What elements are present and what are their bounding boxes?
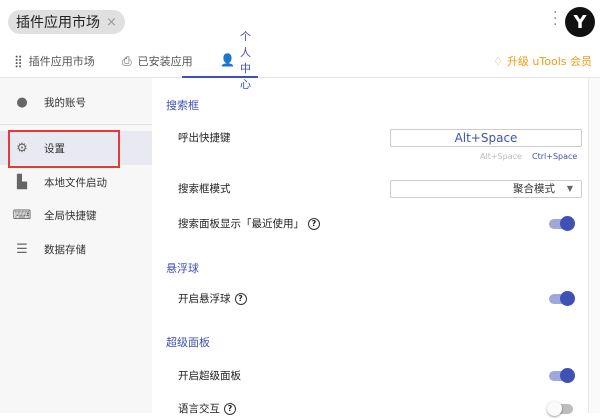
tab-plugin-market[interactable]: ⣿ 插件应用市场 — [14, 44, 95, 78]
super-toggle[interactable] — [547, 366, 577, 386]
sidebar-item-account[interactable]: ●我的账号 — [0, 85, 152, 119]
sidebar-item-storage[interactable]: ☰数据存储 — [0, 232, 152, 266]
section-ball-title: 悬浮球 — [166, 260, 199, 276]
diamond-icon: ♢ — [493, 55, 503, 68]
file-icon: ▙ — [0, 175, 44, 190]
sidebar: ●我的账号 ⚙设置 ▙本地文件启动 ⌨全局快捷键 ☰数据存储 — [0, 78, 152, 413]
voice-label: 语言交互? — [178, 401, 236, 416]
sidebar-item-hotkeys[interactable]: ⌨全局快捷键 — [0, 198, 152, 232]
upgrade-button[interactable]: ♢ 升级 uTools 会员 — [493, 44, 592, 78]
close-icon[interactable]: × — [106, 15, 117, 30]
sidebar-item-label: 我的账号 — [44, 95, 86, 110]
account-icon: ● — [0, 95, 44, 110]
recent-label: 搜索面板显示「最近使用」? — [178, 216, 320, 231]
hotkey-label: 呼出快捷键 — [178, 130, 231, 145]
tab-label: 插件应用市场 — [29, 53, 95, 69]
mode-label: 搜索框模式 — [178, 181, 231, 196]
tab-bar: ⣿插件应用市场 ⎙已安装应用 👤个人中心 ♢升级 uTools 会员 — [0, 44, 600, 78]
ball-label: 开启悬浮球? — [178, 291, 247, 306]
tab-personal-center[interactable]: 👤个人中心 — [182, 44, 258, 78]
hint-alt-space[interactable]: Alt+Space — [480, 152, 522, 161]
sidebar-item-label: 本地文件启动 — [44, 175, 107, 190]
sidebar-item-local-files[interactable]: ▙本地文件启动 — [0, 165, 152, 199]
upgrade-label: 升级 uTools 会员 — [507, 53, 592, 69]
voice-toggle[interactable] — [547, 399, 577, 419]
more-icon[interactable]: ··· — [553, 10, 557, 28]
mode-value: 聚合模式 — [513, 183, 555, 195]
utools-logo[interactable]: Y — [565, 7, 595, 37]
grid-icon: ⣿ — [14, 54, 23, 68]
user-gear-icon: 👤 — [220, 53, 235, 67]
tab-chip[interactable]: 插件应用市场 × — [8, 10, 125, 34]
mode-select[interactable]: 聚合模式 ▼ — [390, 180, 582, 198]
tab-chip-label: 插件应用市场 — [16, 12, 100, 32]
download-icon: ⎙ — [122, 54, 132, 69]
scrollbar[interactable] — [588, 78, 600, 413]
super-label: 开启超级面板 — [178, 368, 241, 383]
hint-ctrl-space[interactable]: Ctrl+Space — [532, 152, 577, 161]
sidebar-item-label: 数据存储 — [44, 242, 86, 257]
keyboard-icon: ⌨ — [0, 208, 44, 223]
section-search-title: 搜索框 — [166, 97, 199, 113]
section-super-title: 超级面板 — [166, 334, 210, 350]
settings-panel: 搜索框 呼出快捷键 Alt+Space Alt+Space Ctrl+Space… — [152, 78, 588, 413]
highlight-box — [8, 130, 120, 168]
help-icon[interactable]: ? — [235, 293, 247, 305]
recent-label-text: 搜索面板显示「最近使用」 — [178, 216, 304, 231]
help-icon[interactable]: ? — [308, 218, 320, 230]
recent-toggle[interactable] — [547, 214, 577, 234]
divider — [0, 124, 152, 125]
ball-toggle[interactable] — [547, 289, 577, 309]
ball-label-text: 开启悬浮球 — [178, 291, 231, 306]
sidebar-item-label: 全局快捷键 — [44, 208, 97, 223]
list-icon: ☰ — [0, 242, 44, 257]
hotkey-input[interactable]: Alt+Space — [390, 129, 582, 147]
voice-label-text: 语言交互 — [178, 401, 220, 416]
chevron-down-icon: ▼ — [567, 181, 573, 197]
